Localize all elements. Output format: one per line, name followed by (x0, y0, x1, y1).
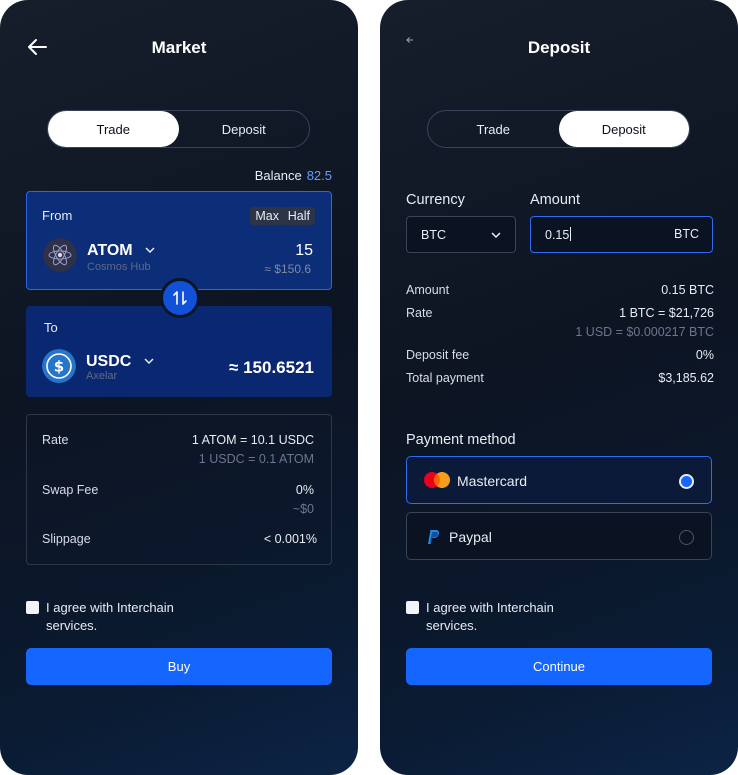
to-network: Axelar (86, 370, 118, 382)
from-card: From Max Half ATOM Cosmos Hub 15 ≈ $150.… (26, 191, 332, 290)
from-amount[interactable]: 15 (295, 242, 313, 260)
payment-option-mastercard[interactable]: Mastercard (406, 456, 712, 504)
summary-rate-value: 1 BTC = $21,726 (619, 306, 714, 320)
agree-row: I agree with Interchain services. (406, 599, 586, 635)
payment-method-title: Payment method (406, 432, 516, 448)
chevron-down-icon[interactable] (144, 358, 154, 364)
rate-label: Rate (42, 433, 69, 447)
page-title: Deposit (527, 38, 591, 57)
tab-trade[interactable]: Trade (428, 111, 559, 147)
tab-deposit[interactable]: Deposit (558, 111, 689, 147)
summary-total-label: Total payment (406, 371, 484, 385)
payment-option-label: Paypal (449, 529, 492, 545)
summary-amount-label: Amount (406, 283, 450, 297)
agree-checkbox[interactable] (406, 601, 419, 614)
payment-option-label: Mastercard (457, 473, 528, 489)
swap-info-box: Rate 1 ATOM = 10.1 USDC 1 USDC = 0.1 ATO… (26, 414, 332, 565)
summary-rate-label: Rate (406, 306, 433, 320)
amount-input-value: 0.15 (545, 228, 570, 242)
to-label: To (44, 320, 58, 335)
rate-value: 1 ATOM = 10.1 USDC (191, 433, 314, 447)
deposit-screen: Deposit Trade Deposit Currency Amount BT… (380, 0, 738, 775)
summary-amount-value: 0.15 BTC (661, 283, 714, 297)
from-network: Cosmos Hub (87, 261, 151, 273)
to-amount: ≈ 150.6521 (229, 358, 314, 377)
amount-unit: BTC (674, 227, 699, 241)
to-token-name[interactable]: USDC (86, 353, 131, 371)
currency-label: Currency (406, 192, 465, 208)
agree-text: I agree with Interchain services. (426, 600, 554, 633)
summary-fee-label: Deposit fee (406, 348, 470, 362)
mastercard-icon (424, 472, 450, 488)
currency-value: BTC (421, 228, 446, 242)
amount-input[interactable]: 0.15 BTC (530, 216, 713, 253)
chevron-down-icon[interactable] (145, 247, 155, 253)
tab-switcher: Trade Deposit (427, 110, 690, 148)
balance-label: Balance (254, 168, 302, 183)
page-title: Market (151, 38, 207, 57)
tab-deposit[interactable]: Deposit (179, 111, 310, 147)
swap-fee-value: 0% (295, 483, 314, 497)
rate-inverse: 1 USDC = 0.1 ATOM (198, 452, 314, 466)
slippage-value: < 0.001% (263, 532, 317, 546)
paypal-icon (428, 530, 440, 544)
currency-select[interactable]: BTC (406, 216, 516, 253)
max-button[interactable]: Max (250, 207, 284, 225)
agree-text: I agree with Interchain services. (46, 600, 174, 633)
payment-option-paypal[interactable]: Paypal (406, 512, 712, 560)
agree-row: I agree with Interchain services. (26, 599, 206, 635)
swap-arrows-icon (173, 291, 187, 305)
from-label: From (42, 208, 73, 223)
balance: Balance 82.5 (255, 168, 332, 183)
swap-fee-usd: ~$0 (292, 502, 314, 516)
from-token-name[interactable]: ATOM (87, 242, 133, 260)
to-card: To $ USDC Axelar ≈ 150.6521 (26, 306, 332, 397)
summary-fee-value: 0% (695, 348, 714, 362)
svg-text:$: $ (54, 358, 64, 376)
balance-value: 82.5 (306, 168, 332, 183)
tab-switcher: Trade Deposit (47, 110, 310, 148)
radio-unselected[interactable] (679, 530, 694, 545)
chevron-down-icon (491, 232, 501, 238)
amount-label: Amount (530, 192, 580, 208)
usdc-token-icon: $ (42, 349, 76, 383)
half-button[interactable]: Half (282, 207, 315, 225)
atom-token-icon (43, 238, 77, 272)
text-caret (570, 227, 572, 241)
slippage-label: Slippage (42, 532, 91, 546)
continue-button[interactable]: Continue (406, 648, 712, 685)
swap-fee-label: Swap Fee (42, 483, 99, 497)
tab-trade[interactable]: Trade (48, 111, 179, 147)
buy-button[interactable]: Buy (26, 648, 332, 685)
swap-button[interactable] (160, 278, 200, 318)
radio-selected[interactable] (679, 474, 694, 489)
from-amount-usd: ≈ $150.6 (264, 262, 311, 276)
summary-total-value: $3,185.62 (658, 371, 714, 385)
summary-rate-inverse: 1 USD = $0.000217 BTC (575, 325, 714, 339)
market-screen: Market Trade Deposit Balance 82.5 From Ma… (0, 0, 358, 775)
agree-checkbox[interactable] (26, 601, 39, 614)
